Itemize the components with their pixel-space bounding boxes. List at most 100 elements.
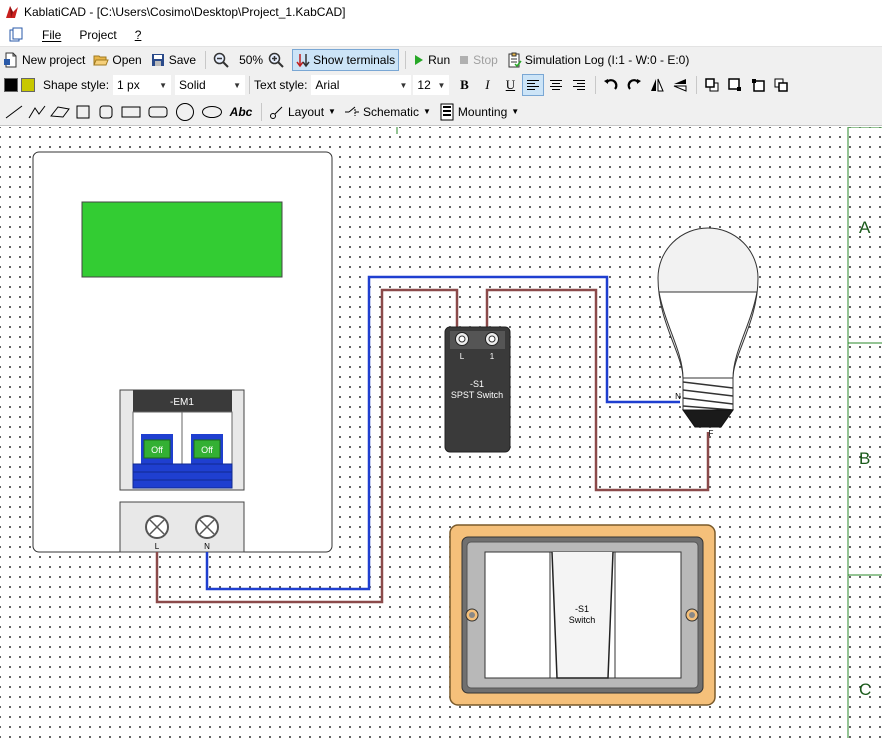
light-bulb[interactable]: N F (657, 227, 759, 438)
underline-button[interactable]: U (499, 74, 521, 96)
line-width-select[interactable]: 1 px ▼ (113, 75, 172, 95)
font-value: Arial (315, 78, 340, 92)
circle-tool-button[interactable] (172, 101, 198, 123)
app-logo-icon (6, 6, 18, 18)
toolbar-separator (595, 76, 597, 94)
font-select[interactable]: Arial ▼ (311, 75, 412, 95)
show-terminals-button[interactable]: Show terminals (292, 48, 400, 71)
flip-horizontal-button[interactable] (646, 74, 668, 96)
chevron-down-icon: ▼ (233, 80, 242, 90)
lamp-terminal-n: N (675, 392, 681, 401)
schematic-drawing: A B C -EM1 Off Off L N L 1 -S1 SPST Swit… (32, 127, 882, 738)
stop-label: Stop (473, 52, 498, 67)
open-button[interactable]: Open (90, 49, 144, 71)
rounded-rectangle-tool-button[interactable] (145, 101, 171, 123)
plate-description: Switch (569, 615, 596, 625)
stop-button[interactable]: Stop (455, 49, 501, 71)
schematic-dropdown[interactable]: Schematic ▼ (341, 101, 434, 123)
save-label: Save (168, 52, 197, 67)
distribution-panel[interactable] (32, 151, 333, 553)
terminal-block[interactable]: L N (119, 501, 245, 553)
chevron-down-icon: ▼ (422, 107, 431, 116)
line-width-value: 1 px (117, 78, 140, 92)
line-tool-icon (5, 105, 23, 118)
floppy-disk-icon (151, 53, 164, 66)
mounting-label: Mounting (457, 104, 508, 119)
drawing-canvas[interactable]: A B C -EM1 Off Off L N L 1 -S1 SPST Swit… (0, 127, 882, 738)
terminal-label-n: N (204, 542, 210, 551)
bold-icon: B (460, 77, 469, 92)
menu-file[interactable]: File (42, 28, 61, 42)
text-tool-button[interactable]: Abc (226, 101, 256, 123)
open-label: Open (112, 52, 142, 67)
wall-switch-plate[interactable]: -S1 Switch (449, 524, 716, 706)
line-type-select[interactable]: Solid ▼ (175, 75, 246, 95)
flip-horizontal-icon (651, 78, 665, 92)
schematic-label: Schematic (362, 104, 419, 119)
run-button[interactable]: Run (410, 49, 453, 71)
plate-reference: -S1 (575, 604, 589, 614)
row-label-b: B (859, 449, 870, 468)
zoom-out-button[interactable] (210, 49, 235, 71)
bring-to-front-icon (705, 78, 719, 92)
rotate-left-button[interactable] (600, 74, 622, 96)
rounded-square-tool-button[interactable] (95, 101, 117, 123)
bring-to-front-button[interactable] (701, 74, 723, 96)
polyline-tool-button[interactable] (26, 101, 48, 123)
line-color-swatch[interactable] (4, 78, 18, 92)
rounded-square-tool-icon (99, 105, 113, 118)
font-size-value: 12 (417, 78, 431, 92)
save-button[interactable]: Save (147, 49, 199, 71)
align-right-button[interactable] (568, 74, 590, 96)
mounting-dropdown[interactable]: Mounting ▼ (436, 101, 522, 123)
menu-project[interactable]: Project (79, 28, 116, 42)
send-backward-button[interactable] (747, 74, 769, 96)
circuit-breaker-em1[interactable]: -EM1 Off Off (119, 389, 245, 491)
fill-color-swatch[interactable] (21, 78, 35, 92)
ellipse-tool-button[interactable] (199, 101, 225, 123)
rounded-rectangle-tool-icon (148, 106, 168, 117)
menu-help[interactable]: ? (135, 28, 142, 42)
flip-vertical-icon (674, 79, 687, 92)
breaker-label: -EM1 (170, 397, 194, 408)
line-tool-button[interactable] (3, 101, 25, 123)
rectangle-tool-button[interactable] (118, 101, 144, 123)
stop-icon (460, 55, 469, 64)
underline-icon: U (505, 77, 516, 92)
switch-description: SPST Switch (451, 390, 503, 400)
rotate-right-button[interactable] (623, 74, 645, 96)
row-label-c: C (859, 680, 871, 699)
switch-terminal-1: 1 (490, 352, 495, 361)
flip-vertical-button[interactable] (669, 74, 691, 96)
align-left-button[interactable] (522, 74, 545, 96)
text-style-label: Text style: (254, 78, 308, 92)
toolbar-separator (205, 50, 207, 69)
new-project-icon (4, 52, 17, 67)
send-to-back-button[interactable] (770, 74, 792, 96)
bring-forward-button[interactable] (724, 74, 746, 96)
title-bar: KablatiCAD - [C:\Users\Cosimo\Desktop\Pr… (0, 0, 882, 24)
layout-dropdown[interactable]: Layout ▼ (266, 101, 339, 123)
text-tool-icon: Abc (229, 104, 253, 119)
font-size-select[interactable]: 12 ▼ (413, 75, 450, 95)
mounting-panel-icon (440, 103, 454, 120)
polygon-tool-button[interactable] (49, 101, 71, 123)
italic-button[interactable]: I (476, 74, 498, 96)
bold-button[interactable]: B (453, 74, 475, 96)
window-menu-icon[interactable] (8, 27, 24, 43)
spst-switch-s1[interactable]: L 1 -S1 SPST Switch (444, 326, 511, 453)
schematic-switch-icon (344, 106, 359, 116)
window-title: KablatiCAD - [C:\Users\Cosimo\Desktop\Pr… (24, 5, 346, 19)
chevron-down-icon: ▼ (511, 107, 520, 116)
simulation-log-button[interactable]: Simulation Log (I:1 - W:0 - E:0) (503, 49, 693, 71)
simulation-log-label: Simulation Log (I:1 - W:0 - E:0) (524, 52, 690, 67)
line-type-value: Solid (179, 78, 206, 92)
polygon-tool-icon (50, 105, 70, 118)
polyline-tool-icon (28, 105, 46, 118)
chevron-down-icon: ▼ (437, 80, 446, 90)
align-center-button[interactable] (545, 74, 567, 96)
terminal-label-l: L (155, 542, 160, 551)
new-project-button[interactable]: New project (0, 49, 88, 71)
square-tool-button[interactable] (72, 101, 94, 123)
zoom-in-button[interactable] (265, 49, 290, 71)
